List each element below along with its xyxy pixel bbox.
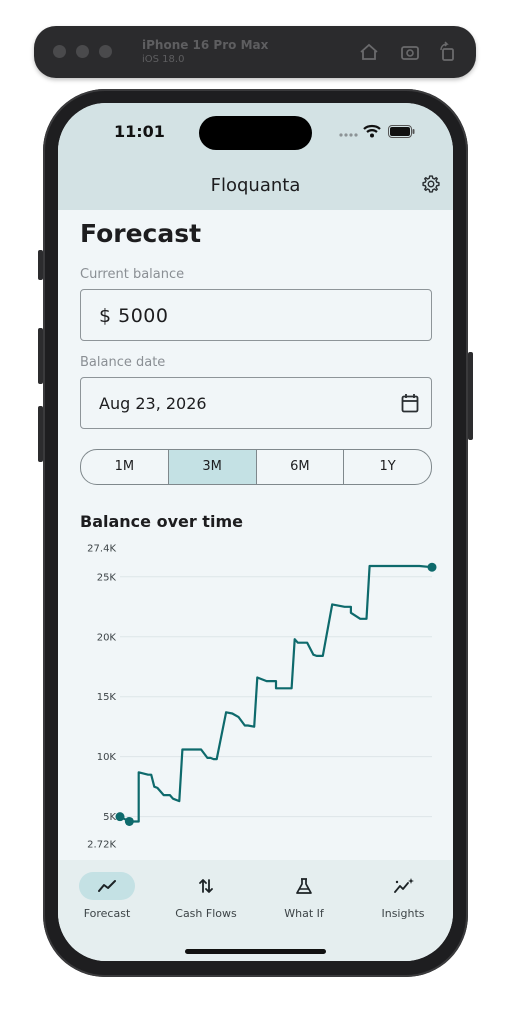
balance-input[interactable]: $ 5000 (80, 289, 432, 341)
balance-label: Current balance (80, 267, 185, 282)
date-input[interactable]: Aug 23, 2026 (80, 377, 432, 429)
volume-up-button (38, 328, 43, 384)
window-zoom-dot[interactable] (99, 45, 112, 58)
app-title: Floquanta (210, 175, 301, 196)
date-label: Balance date (80, 355, 166, 370)
data-point (124, 816, 134, 826)
flask-icon (296, 878, 312, 894)
volume-down-button (38, 406, 43, 462)
status-time: 11:01 (114, 122, 165, 141)
home-icon[interactable] (358, 41, 380, 63)
bottom-navigation: Forecast Cash Flows What If Insights (58, 860, 453, 961)
trending-line-icon (98, 880, 116, 892)
nav-insights[interactable]: Insights (354, 872, 452, 920)
balance-value: $ 5000 (99, 305, 169, 327)
power-button (468, 352, 473, 440)
simulator-toolbar: iPhone 16 Pro Max iOS 18.0 (34, 26, 476, 78)
y-tick-label: 27.4K (87, 544, 116, 555)
y-tick-label: 2.72K (87, 840, 116, 851)
nav-what-if-label: What If (284, 907, 324, 920)
y-tick-label: 10K (97, 752, 117, 763)
nav-insights-label: Insights (381, 907, 425, 920)
y-tick-label: 25K (97, 572, 117, 583)
screenshot-icon[interactable] (399, 41, 421, 63)
window-minimize-dot[interactable] (76, 45, 89, 58)
y-tick-label: 20K (97, 632, 117, 643)
balance-chart: 27.4K 25K 20K 15K 10K 5K 2.72K (87, 544, 437, 851)
range-6m-button[interactable]: 6M (257, 450, 345, 484)
simulator-os-version: iOS 18.0 (142, 54, 185, 65)
nav-cash-flows-label: Cash Flows (175, 907, 237, 920)
nav-forecast[interactable]: Forecast (58, 872, 156, 920)
rotate-icon[interactable] (436, 41, 458, 63)
nav-insights-indicator (375, 872, 431, 900)
app-screen: 11:01 Floquanta Forecast Current balance… (58, 103, 453, 961)
date-value: Aug 23, 2026 (99, 394, 207, 413)
nav-cash-flows-indicator (178, 872, 234, 900)
range-selector: 1M 3M 6M 1Y (80, 449, 432, 485)
data-point (115, 812, 125, 822)
cellular-signal-icon (339, 133, 358, 137)
y-tick-label: 15K (97, 692, 117, 703)
status-bar: 11:01 (58, 103, 453, 157)
nav-what-if[interactable]: What If (255, 872, 353, 920)
data-point (427, 562, 437, 572)
battery-icon (388, 125, 415, 138)
nav-forecast-indicator (79, 872, 135, 900)
settings-gear-icon[interactable] (421, 174, 441, 194)
balance-line (119, 564, 433, 823)
forecast-content: Forecast Current balance $ 5000 Balance … (58, 210, 453, 860)
home-indicator (185, 949, 326, 954)
swap-arrows-icon (199, 879, 213, 893)
page-title: Forecast (80, 219, 202, 248)
y-tick-label: 5K (103, 812, 116, 823)
simulator-device-name: iPhone 16 Pro Max (142, 38, 269, 52)
range-1y-button[interactable]: 1Y (344, 450, 431, 484)
chart-title: Balance over time (80, 512, 243, 531)
range-3m-button[interactable]: 3M (168, 450, 257, 484)
wifi-icon (363, 124, 381, 138)
sparkle-chart-icon (394, 878, 414, 893)
nav-cash-flows[interactable]: Cash Flows (157, 872, 255, 920)
range-1m-button[interactable]: 1M (81, 450, 169, 484)
app-bar: Floquanta (58, 157, 453, 210)
action-button (38, 250, 43, 280)
window-close-dot[interactable] (53, 45, 66, 58)
nav-forecast-label: Forecast (83, 907, 131, 920)
nav-what-if-indicator (276, 872, 332, 900)
calendar-icon[interactable] (401, 393, 419, 413)
dynamic-island (199, 116, 312, 150)
